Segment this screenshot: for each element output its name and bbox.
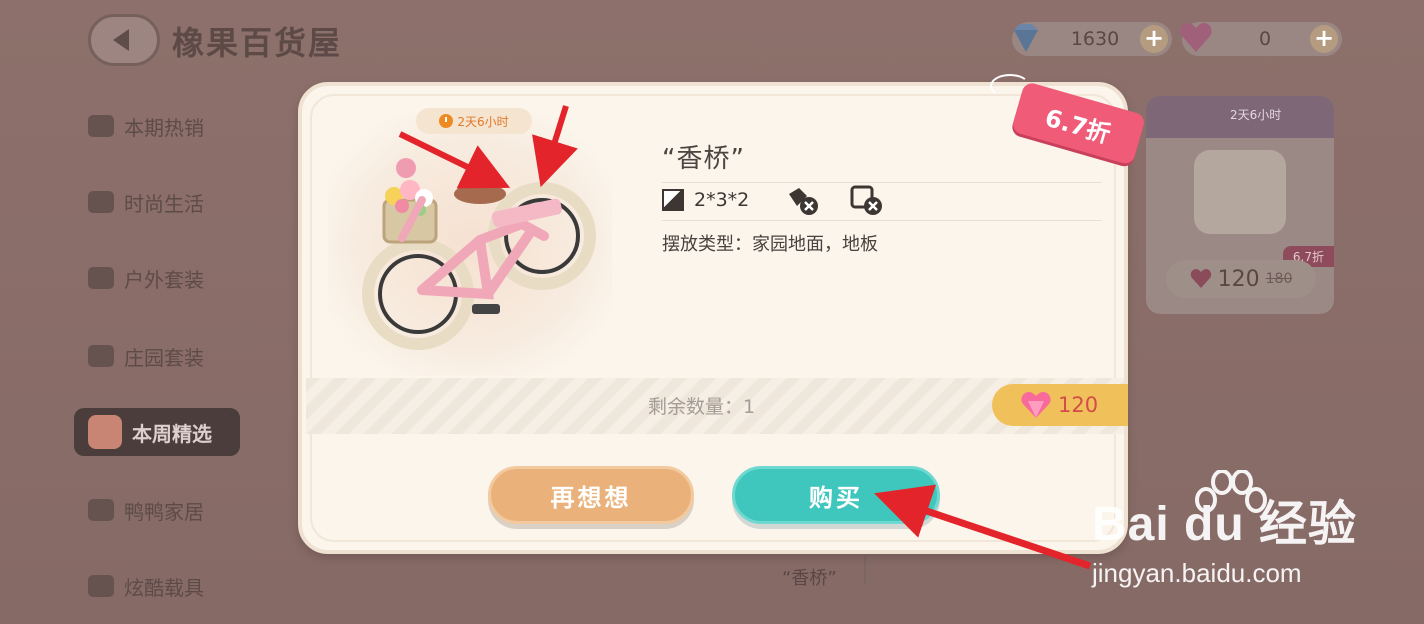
size-icon [662,189,684,211]
heart-balance: 0 + [1180,22,1342,56]
no-rotate-icon [789,188,819,215]
sidebar-item-manor[interactable]: 庄园套装 [74,332,242,380]
thumbs-up-icon [88,415,122,449]
divider [864,556,866,584]
page-title: 橡果百货屋 [172,24,343,62]
sidebar-item-label: 本周精选 [132,421,212,446]
no-stack-icon [850,185,883,215]
item-name: “香桥” [662,144,745,174]
sale-timer-text: 2天6小时 [457,114,509,129]
pink-bicycle-image [362,158,596,350]
clock-icon [439,114,454,128]
sidebar-item-duck-home[interactable]: 鸭鸭家居 [74,486,242,534]
back-arrow-icon [113,29,129,51]
duck-icon [88,499,114,521]
price-value: 120 [1058,393,1099,417]
background-item-label: “香桥” [782,568,837,589]
fire-icon [88,115,114,137]
back-button[interactable] [88,14,160,66]
calendar-icon [88,191,114,213]
divider [662,220,1102,221]
placement-type: 摆放类型：家园地面，地板 [662,234,878,255]
diamond-balance: 1630 + [1012,22,1172,56]
card-price-value: 120 [1217,266,1260,292]
divider [662,182,1102,183]
bicycle-thumbnail [1194,150,1286,234]
car-icon [88,575,114,597]
card-timer: 2天6小时 [1230,108,1282,122]
sidebar-item-vehicles[interactable]: 炫酷载具 [74,562,242,610]
diamond-count: 1630 [1070,28,1120,50]
pink-heart-diamond-icon [1180,23,1212,52]
sidebar-item-fashion[interactable]: 时尚生活 [74,178,242,226]
sidebar-item-label: 时尚生活 [124,191,204,216]
sidebar-item-label: 本期热销 [124,115,204,140]
watermark-url: jingyan.baidu.com [1092,558,1302,588]
remaining-quantity: 剩余数量：1 [648,396,756,418]
rose-icon [88,345,114,367]
baidu-paw-icon [1195,470,1267,513]
item-size: 2*3*2 [694,189,750,211]
sidebar-item-label: 鸭鸭家居 [124,499,204,524]
heart-count: 0 [1258,28,1272,50]
buy-button[interactable]: 购买 [732,466,940,524]
card-old-price: 180 [1265,271,1293,287]
product-card[interactable]: 2天6小时 6.7折 120 180 [1146,96,1334,314]
tent-icon [88,267,114,289]
sidebar-item-label: 炫酷载具 [124,575,204,600]
add-diamond-button[interactable]: + [1140,25,1168,53]
sidebar-item-outdoor[interactable]: 户外套装 [74,254,242,302]
baidu-watermark: Bai du 经验 jingyan.baidu.com [1092,470,1357,588]
pink-heart-diamond-icon [1021,392,1051,418]
card-price: 120 180 [1166,260,1316,298]
heart-diamond-icon [1190,269,1211,288]
blue-diamond-icon [1014,24,1038,52]
sale-timer: 2天6小时 [416,108,532,134]
purchase-dialog: 2天6小时 “香桥” 2*3*2 摆放类型：家园地面，地板 剩余数量：1 120… [298,82,1128,554]
sidebar-item-label: 庄园套装 [124,345,204,370]
cancel-button[interactable]: 再想想 [488,466,694,524]
card-header: 2天6小时 [1146,96,1334,138]
item-attributes: 2*3*2 [662,184,885,216]
sidebar-item-label: 户外套装 [124,267,204,292]
price-badge: 120 [992,384,1128,426]
sidebar-item-weekly[interactable]: 本周精选 [74,408,240,456]
sidebar-item-hot[interactable]: 本期热销 [74,102,242,150]
add-heart-button[interactable]: + [1310,25,1338,53]
